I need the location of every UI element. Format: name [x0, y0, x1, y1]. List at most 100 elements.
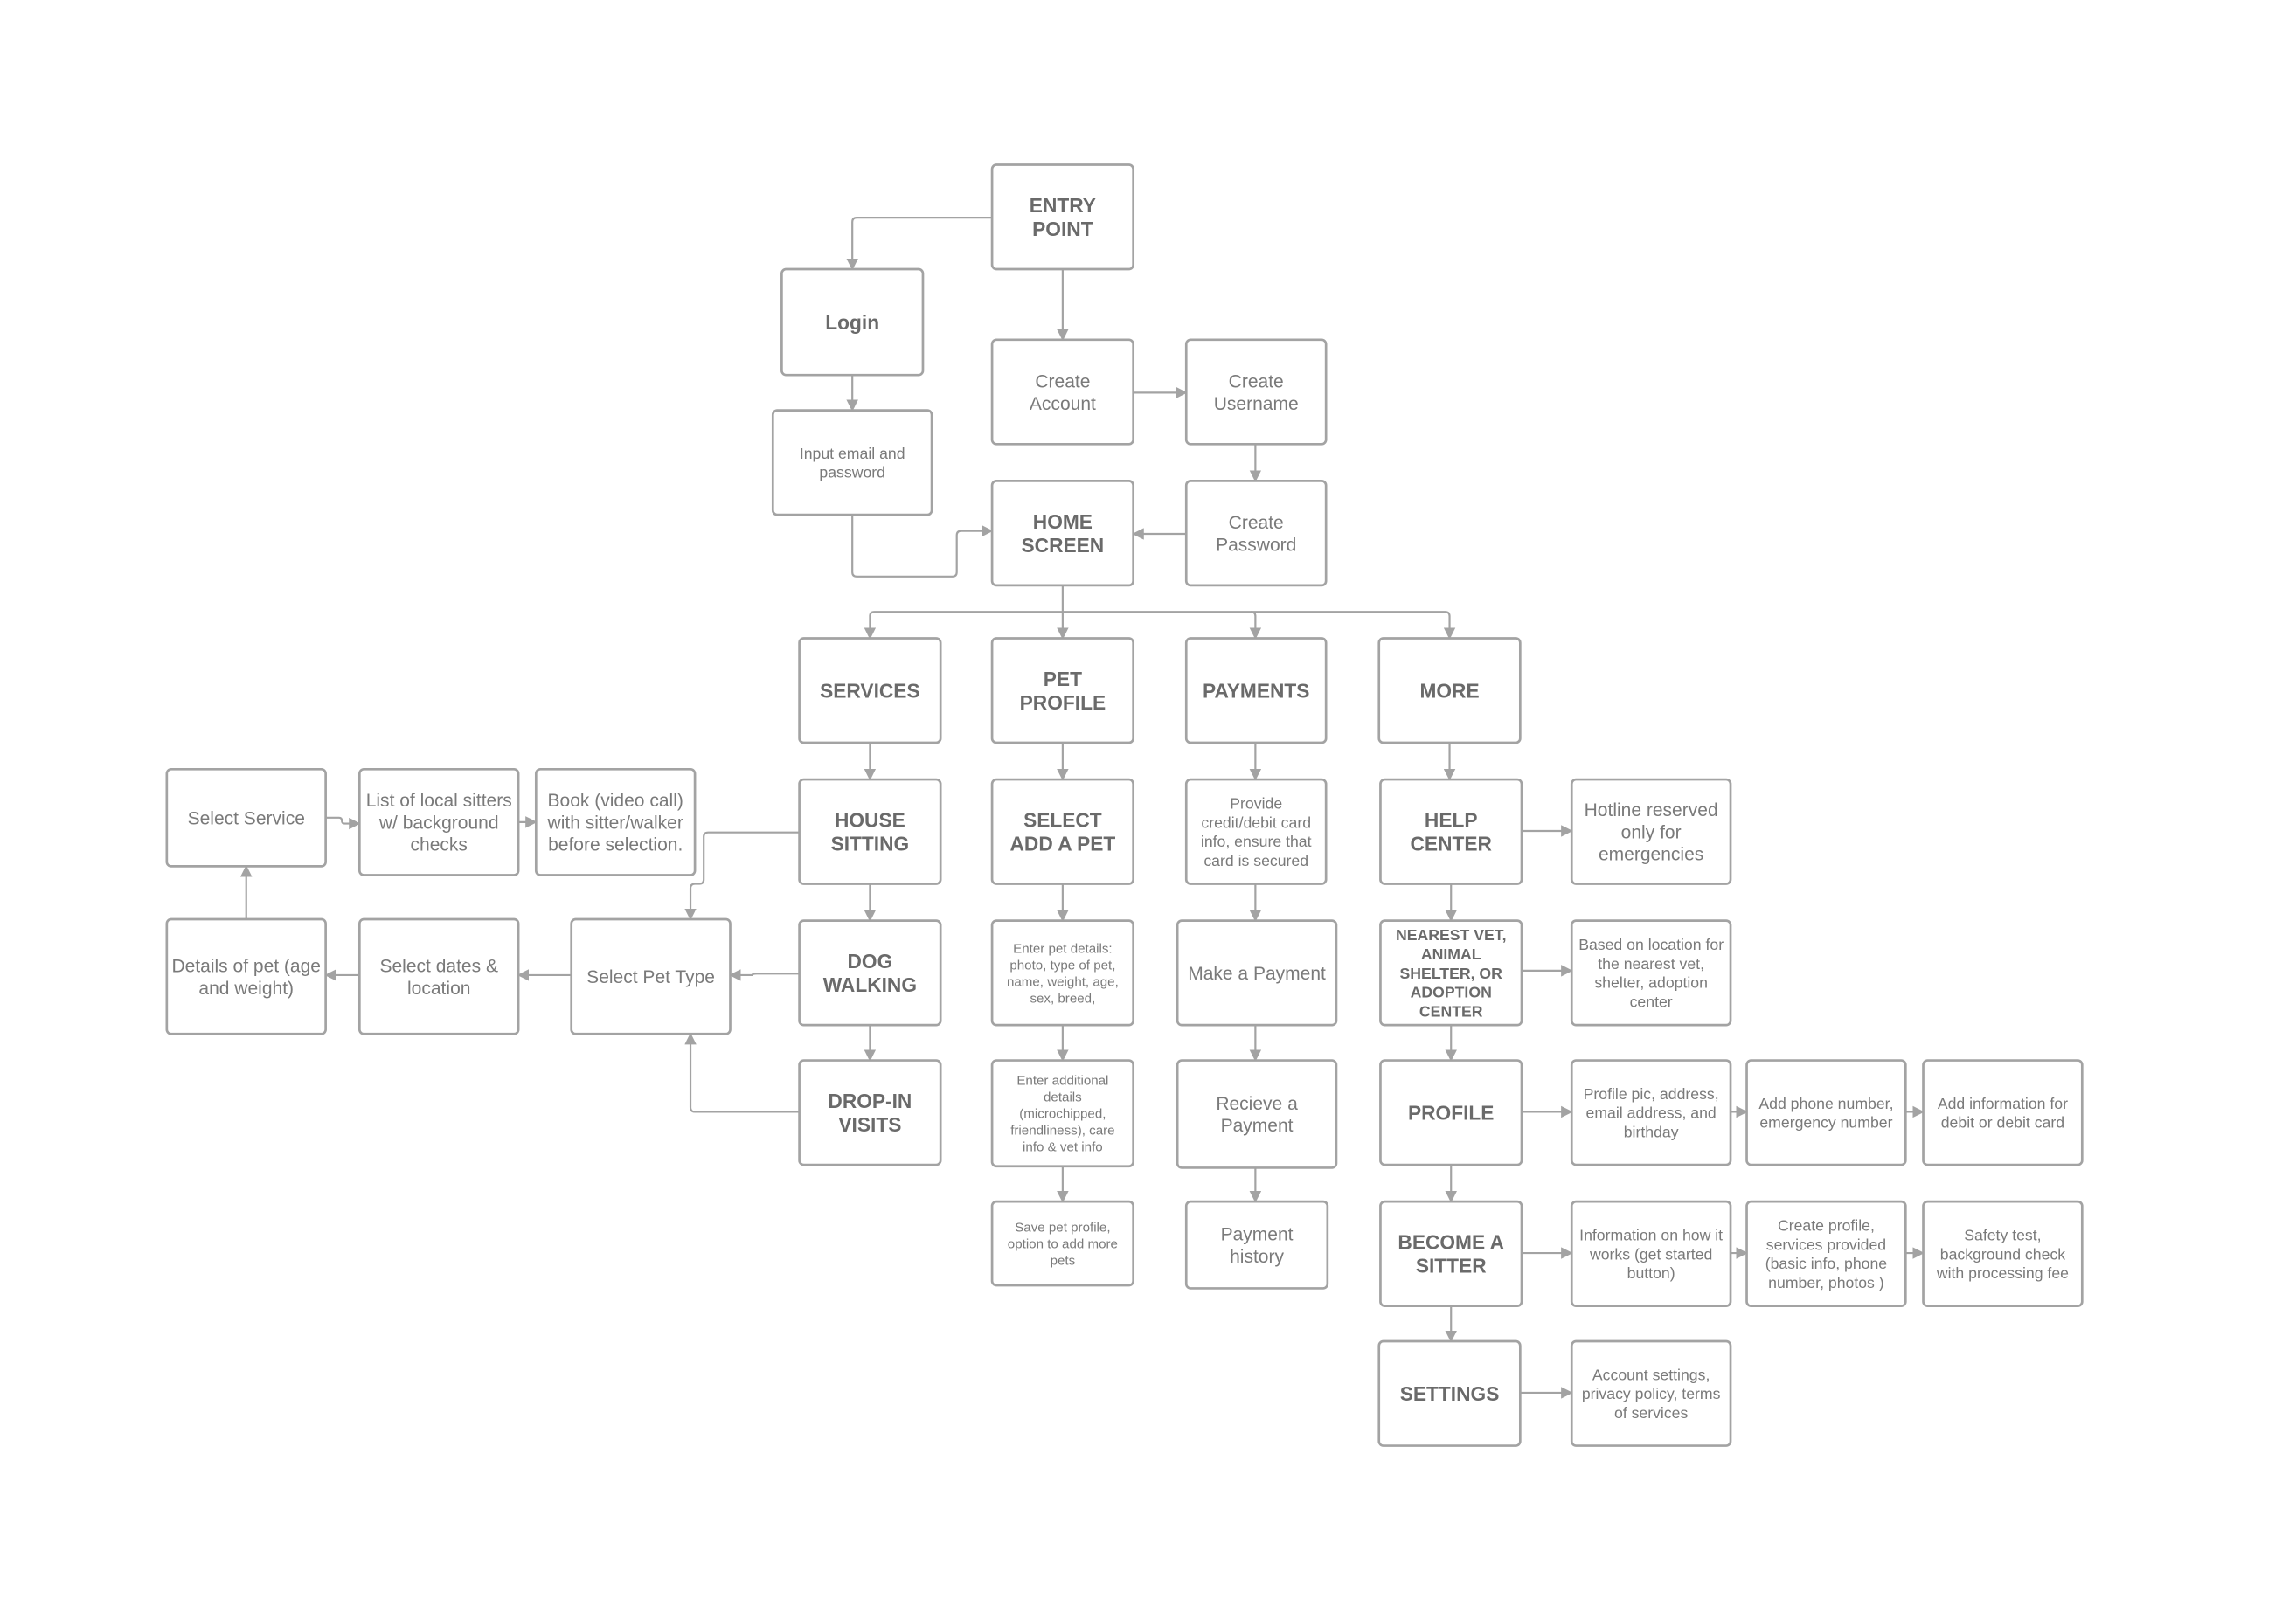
arrow-houseSitting-to-selectPetType: [684, 831, 800, 921]
node-label-line: HOUSE: [835, 809, 905, 832]
node-profile[interactable]: PROFILE: [1379, 1059, 1523, 1166]
node-label-line: number, photos ): [1768, 1274, 1883, 1291]
node-make-payment[interactable]: Make a Payment: [1176, 919, 1338, 1027]
node-label-line: Safety test,: [1964, 1226, 2041, 1243]
node-select-pet[interactable]: SELECTADD A PET: [990, 778, 1135, 885]
node-label-line: only for: [1621, 822, 1682, 842]
node-info-how[interactable]: Information on how it works (get startedb…: [1570, 1200, 1732, 1307]
node-provide-card[interactable]: Providecredit/debit card info, ensure tha…: [1184, 778, 1328, 885]
node-label-line: Account: [1030, 394, 1096, 414]
node-label-line: Create: [1035, 372, 1090, 392]
flowchart: ENTRYPOINT Login Input email and password Cr…: [165, 163, 2084, 1447]
node-drop-in[interactable]: DROP-INVISITS: [798, 1059, 942, 1166]
node-label-line: works (get started: [1589, 1245, 1712, 1263]
node-label-line: List of local sitters: [366, 791, 512, 811]
node-select-service[interactable]: Select Service: [165, 767, 327, 868]
node-label-line: emergency number: [1759, 1114, 1892, 1132]
arrow-home-to-payments: [1062, 611, 1262, 640]
node-receive[interactable]: Recieve aPayment: [1176, 1059, 1338, 1169]
node-payments[interactable]: PAYMENTS: [1184, 637, 1328, 744]
node-label-line: before selection.: [548, 835, 683, 855]
node-house-sitting[interactable]: HOUSESITTING: [798, 778, 942, 885]
node-become[interactable]: BECOME ASITTER: [1379, 1200, 1523, 1307]
node-create-username[interactable]: CreateUsername: [1184, 338, 1328, 446]
node-label-line: Make a Payment: [1188, 964, 1326, 984]
node-label-line: info, ensure that: [1201, 833, 1312, 850]
node-select-pet-type[interactable]: Select Pet Type: [570, 917, 732, 1035]
node-label-line: location: [407, 979, 470, 999]
node-details[interactable]: Details of pet (ageand weight): [165, 917, 327, 1035]
node-save-pet[interactable]: Save pet profile,option to add more pets: [990, 1200, 1135, 1287]
node-box: [1176, 1059, 1338, 1169]
node-label-line: Create: [1229, 513, 1284, 533]
node-label-line: Payment: [1221, 1116, 1294, 1136]
node-add-info[interactable]: Add information for debit or debit card: [1922, 1059, 2084, 1166]
node-box: [1184, 1200, 1329, 1290]
node-label-line: privacy policy, terms: [1582, 1385, 1721, 1402]
node-label-line: debit or debit card: [1941, 1114, 2064, 1132]
node-label-line: credit/debit card: [1201, 813, 1311, 831]
node-dog-walking[interactable]: DOGWALKING: [798, 919, 942, 1027]
node-based-loc[interactable]: Based on location for the nearest vet,she…: [1570, 919, 1732, 1027]
node-label-line: Recieve a: [1216, 1094, 1298, 1114]
node-book[interactable]: Book (video call)with sitter/walkerbefor…: [534, 767, 697, 876]
node-account[interactable]: Account settings, privacy policy, terms of…: [1570, 1339, 1732, 1447]
node-box: [990, 338, 1135, 446]
node-label-line: WALKING: [823, 973, 917, 996]
node-box: [1922, 1059, 2084, 1166]
node-input[interactable]: Input email and password: [771, 409, 933, 516]
node-create-account[interactable]: CreateAccount: [990, 338, 1135, 446]
node-list-sitters[interactable]: List of local sittersw/ backgroundchecks: [357, 767, 520, 876]
node-label-line: checks: [411, 835, 468, 855]
node-login[interactable]: Login: [780, 267, 925, 377]
arrow-selectService-to-listSitters: [325, 816, 361, 830]
node-label-line: Save pet profile,: [1015, 1220, 1110, 1235]
node-label-line: SETTINGS: [1400, 1382, 1500, 1405]
arrow-dropIn-to-selectPetType: [684, 1032, 800, 1113]
node-enter-add[interactable]: Enter additional details (microchipped, fri…: [990, 1059, 1135, 1168]
node-label-line: SCREEN: [1022, 534, 1105, 557]
node-label-line: Enter additional: [1016, 1073, 1108, 1088]
node-create-password[interactable]: CreatePassword: [1184, 480, 1328, 587]
node-hotline[interactable]: Hotline reservedonly for emergencies: [1570, 778, 1732, 885]
arrow-home-to-services: [864, 585, 1064, 640]
node-label-line: PAYMENTS: [1203, 679, 1309, 702]
node-label-line: Password: [1216, 535, 1296, 555]
node-create-prof[interactable]: Create profile, services provided (basic i…: [1745, 1200, 1907, 1307]
node-label-line: photo, type of pet,: [1009, 958, 1115, 973]
node-label-line: SITTER: [1416, 1255, 1487, 1277]
node-profile-pic[interactable]: Profile pic, address,email address, and b…: [1570, 1059, 1732, 1166]
node-entry[interactable]: ENTRYPOINT: [990, 163, 1135, 271]
node-safety[interactable]: Safety test, background checkwith process…: [1922, 1200, 2084, 1307]
node-add-phone[interactable]: Add phone number, emergency number: [1745, 1059, 1907, 1166]
node-nearest[interactable]: NEAREST VET,ANIMAL SHELTER, OR ADOPTION CEN…: [1379, 919, 1523, 1027]
node-services[interactable]: SERVICES: [798, 637, 942, 744]
node-label-line: (microchipped,: [1019, 1107, 1106, 1122]
node-box: [771, 409, 933, 516]
node-label-line: SERVICES: [820, 679, 919, 702]
node-label-line: details: [1044, 1090, 1082, 1105]
node-help[interactable]: HELPCENTER: [1379, 778, 1523, 885]
node-label-line: VISITS: [838, 1113, 901, 1136]
node-label-line: birthday: [1624, 1124, 1679, 1141]
node-label-line: ENTRY: [1030, 194, 1096, 217]
node-enter-pet[interactable]: Enter pet details: photo, type of pet,nam…: [990, 919, 1135, 1027]
node-label-line: Username: [1214, 394, 1299, 414]
node-label-line: pets: [1051, 1254, 1076, 1269]
node-box: [165, 917, 327, 1035]
node-label-line: Based on location for: [1578, 936, 1724, 953]
node-label-line: (basic info, phone: [1765, 1255, 1888, 1272]
arrow-dogWalking-to-selectPetType: [729, 969, 800, 981]
node-box: [1745, 1059, 1907, 1166]
node-settings[interactable]: SETTINGS: [1377, 1339, 1522, 1447]
node-label-line: DROP-IN: [828, 1090, 912, 1112]
node-pet-profile[interactable]: PETPROFILE: [990, 637, 1135, 744]
node-more[interactable]: MORE: [1377, 637, 1522, 744]
node-select-dates[interactable]: Select dates &location: [357, 917, 520, 1035]
node-label-line: Information on how it: [1579, 1226, 1723, 1243]
node-label-line: shelter, adoption: [1594, 974, 1708, 992]
node-label-line: name, weight, age,: [1007, 974, 1119, 989]
node-label-line: SHELTER, OR: [1400, 965, 1503, 982]
node-home[interactable]: HOMESCREEN: [990, 480, 1135, 587]
node-payment-history[interactable]: Paymenthistory: [1184, 1200, 1329, 1290]
